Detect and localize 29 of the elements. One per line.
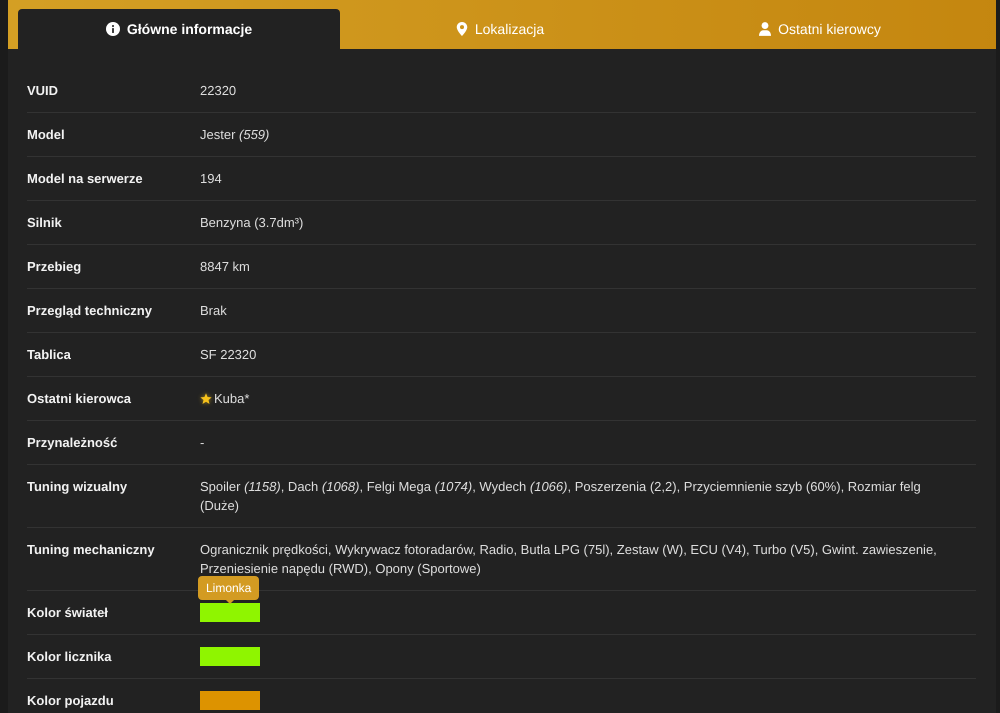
field-label: Przebieg [27,258,82,276]
field-label: Tuning wizualny [27,478,128,496]
field-label: Tuning mechaniczny [27,541,156,559]
field-label: Kolor licznika [27,648,113,666]
field-label: Ostatni kierowca [27,390,132,408]
field-label: Model [27,126,66,144]
field-label: Silnik [27,214,63,232]
field-label: VUID [27,82,60,100]
field-value: Ogranicznik prędkości, Wykrywacz fotoradarów, Radio, Butla LPG (75l), Zestaw (W), ECU (V4), Turbo (V5), Gwint. zawieszenie, Przeniesienie napędu (RWD), Opony (Sportowe) [200,541,938,578]
field-label: Model na serwerze [27,170,144,188]
field-value: 194 [200,170,222,188]
person-icon [759,22,772,36]
field-value: 8847 km [200,258,250,276]
map-pin-icon [456,22,468,36]
field-value: Benzyna (3.7dm³) [200,214,304,232]
info-icon [106,22,120,36]
field-label: Przegląd techniczny [27,302,153,320]
field-value: Brak [200,302,227,320]
field-label: Przynależność [27,434,118,452]
field-value: Spoiler (1158), Dach (1068), Felgi Mega (1074), Wydech (1066), Poszerzenia (2,2), Przyciemnienie szyb (60%), Rozmiar felg (Duże) [200,478,922,515]
field-value: 22320 [200,82,236,100]
field-label: Tablica [27,346,72,364]
field-label: Kolor pojazdu [27,692,115,710]
field-label: Kolor świateł [27,604,109,622]
field-value: Jester (559) [200,126,270,144]
field-value: - [200,434,204,452]
driver-name[interactable]: Kuba* [214,389,250,408]
field-value: SF 22320 [200,346,256,364]
tab[interactable]: Główne informacje [18,9,340,49]
